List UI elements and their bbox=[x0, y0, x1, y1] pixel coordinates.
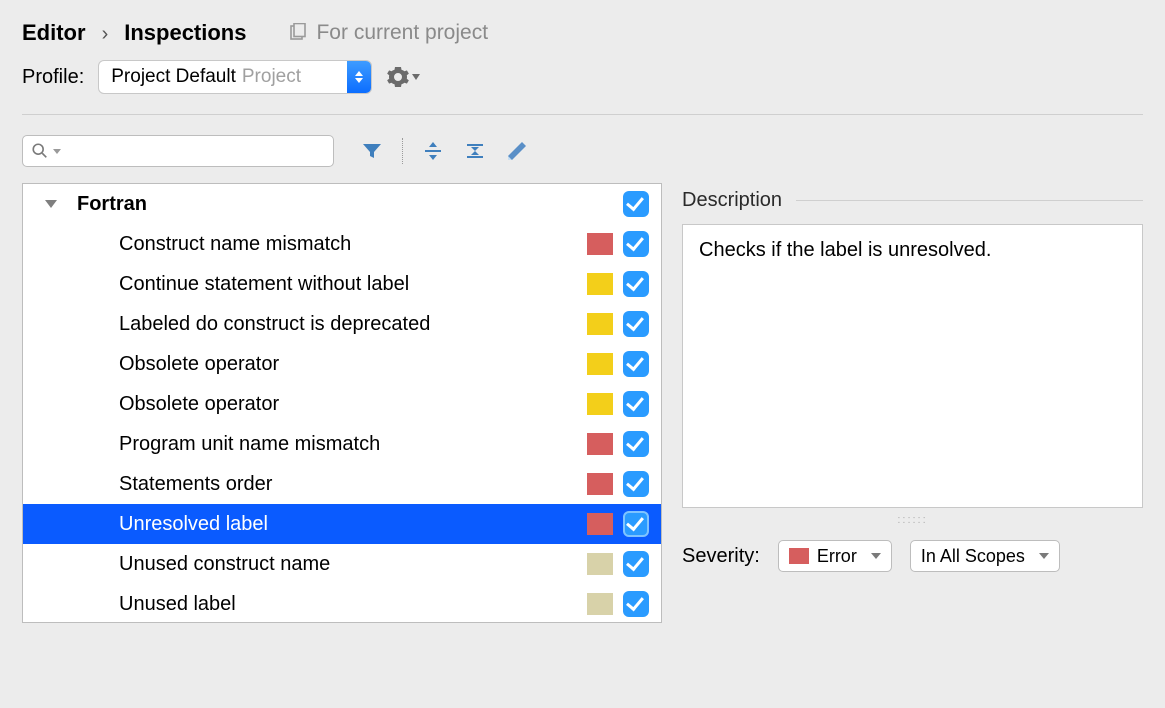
inspection-checkbox[interactable] bbox=[623, 311, 649, 337]
inspection-checkbox[interactable] bbox=[623, 471, 649, 497]
severity-chip bbox=[587, 473, 613, 495]
inspection-checkbox[interactable] bbox=[623, 231, 649, 257]
profile-select-suffix: Project bbox=[242, 66, 301, 88]
inspection-item[interactable]: Obsolete operator bbox=[23, 384, 661, 424]
severity-color-chip bbox=[789, 548, 809, 564]
inspection-item[interactable]: Statements order bbox=[23, 464, 661, 504]
inspection-checkbox[interactable] bbox=[623, 511, 649, 537]
search-input[interactable] bbox=[22, 135, 334, 167]
inspection-checkbox[interactable] bbox=[623, 431, 649, 457]
chevron-down-icon bbox=[412, 74, 420, 80]
scope-hint-label: For current project bbox=[316, 21, 488, 45]
tree-group-fortran[interactable]: Fortran bbox=[23, 184, 661, 224]
scope-value: In All Scopes bbox=[921, 546, 1025, 567]
inspection-item-label: Continue statement without label bbox=[119, 273, 577, 296]
severity-chip bbox=[587, 273, 613, 295]
filter-icon[interactable] bbox=[360, 139, 384, 163]
scope-hint: For current project bbox=[288, 21, 488, 45]
search-icon bbox=[31, 142, 49, 160]
inspection-item-label: Unresolved label bbox=[119, 513, 577, 536]
search-field[interactable] bbox=[61, 142, 325, 161]
breadcrumb-root[interactable]: Editor bbox=[22, 20, 86, 46]
breadcrumb: Editor › Inspections bbox=[22, 20, 246, 46]
profile-select-stepper-icon[interactable] bbox=[347, 60, 371, 94]
description-text: Checks if the label is unresolved. bbox=[682, 224, 1143, 508]
inspection-item-label: Obsolete operator bbox=[119, 353, 577, 376]
inspection-checkbox[interactable] bbox=[623, 271, 649, 297]
breadcrumb-current: Inspections bbox=[124, 20, 246, 46]
inspection-item[interactable]: Unused construct name bbox=[23, 544, 661, 584]
profile-settings-button[interactable] bbox=[386, 65, 420, 89]
severity-value: Error bbox=[817, 546, 857, 567]
inspection-item-label: Unused construct name bbox=[119, 553, 577, 576]
reset-icon[interactable] bbox=[505, 139, 529, 163]
chevron-down-icon bbox=[1039, 553, 1049, 559]
expand-all-icon[interactable] bbox=[421, 139, 445, 163]
inspections-tree[interactable]: Fortran Construct name mismatch Continue s… bbox=[22, 183, 662, 623]
section-divider bbox=[22, 114, 1143, 115]
collapse-all-icon[interactable] bbox=[463, 139, 487, 163]
severity-chip bbox=[587, 553, 613, 575]
inspection-checkbox[interactable] bbox=[623, 391, 649, 417]
group-checkbox[interactable] bbox=[623, 191, 649, 217]
profile-select[interactable]: Project Default Project bbox=[98, 60, 372, 94]
copy-scope-icon bbox=[288, 23, 308, 43]
inspection-item[interactable]: Unresolved label bbox=[23, 504, 661, 544]
severity-chip bbox=[587, 233, 613, 255]
inspection-item[interactable]: Labeled do construct is deprecated bbox=[23, 304, 661, 344]
severity-chip bbox=[587, 593, 613, 615]
chevron-down-icon bbox=[871, 553, 881, 559]
gear-icon bbox=[386, 65, 410, 89]
inspection-item-label: Labeled do construct is deprecated bbox=[119, 313, 577, 336]
severity-select[interactable]: Error bbox=[778, 540, 892, 572]
resize-grip-icon[interactable]: :::::: bbox=[682, 514, 1143, 526]
inspection-item-label: Statements order bbox=[119, 473, 577, 496]
profile-label: Profile: bbox=[22, 66, 84, 89]
toolbar-separator bbox=[402, 138, 403, 164]
inspection-item-label: Construct name mismatch bbox=[119, 233, 577, 256]
inspection-checkbox[interactable] bbox=[623, 591, 649, 617]
tree-group-label: Fortran bbox=[77, 193, 613, 216]
severity-label: Severity: bbox=[682, 545, 760, 568]
severity-chip bbox=[587, 353, 613, 375]
search-history-dropdown-icon[interactable] bbox=[53, 149, 61, 154]
description-divider bbox=[796, 200, 1143, 201]
inspection-item-label: Unused label bbox=[119, 593, 577, 616]
inspection-item[interactable]: Construct name mismatch bbox=[23, 224, 661, 264]
severity-chip bbox=[587, 513, 613, 535]
inspection-checkbox[interactable] bbox=[623, 551, 649, 577]
inspection-checkbox[interactable] bbox=[623, 351, 649, 377]
severity-chip bbox=[587, 393, 613, 415]
inspection-item[interactable]: Program unit name mismatch bbox=[23, 424, 661, 464]
severity-chip bbox=[587, 313, 613, 335]
inspection-item-label: Obsolete operator bbox=[119, 393, 577, 416]
inspection-item[interactable]: Obsolete operator bbox=[23, 344, 661, 384]
scope-select[interactable]: In All Scopes bbox=[910, 540, 1060, 572]
profile-select-value: Project Default bbox=[111, 66, 236, 88]
disclosure-triangle-icon[interactable] bbox=[45, 200, 57, 208]
inspection-item[interactable]: Continue statement without label bbox=[23, 264, 661, 304]
breadcrumb-separator-icon: › bbox=[102, 23, 109, 46]
severity-chip bbox=[587, 433, 613, 455]
description-label: Description bbox=[682, 189, 782, 212]
inspection-item-label: Program unit name mismatch bbox=[119, 433, 577, 456]
inspection-item[interactable]: Unused label bbox=[23, 584, 661, 623]
